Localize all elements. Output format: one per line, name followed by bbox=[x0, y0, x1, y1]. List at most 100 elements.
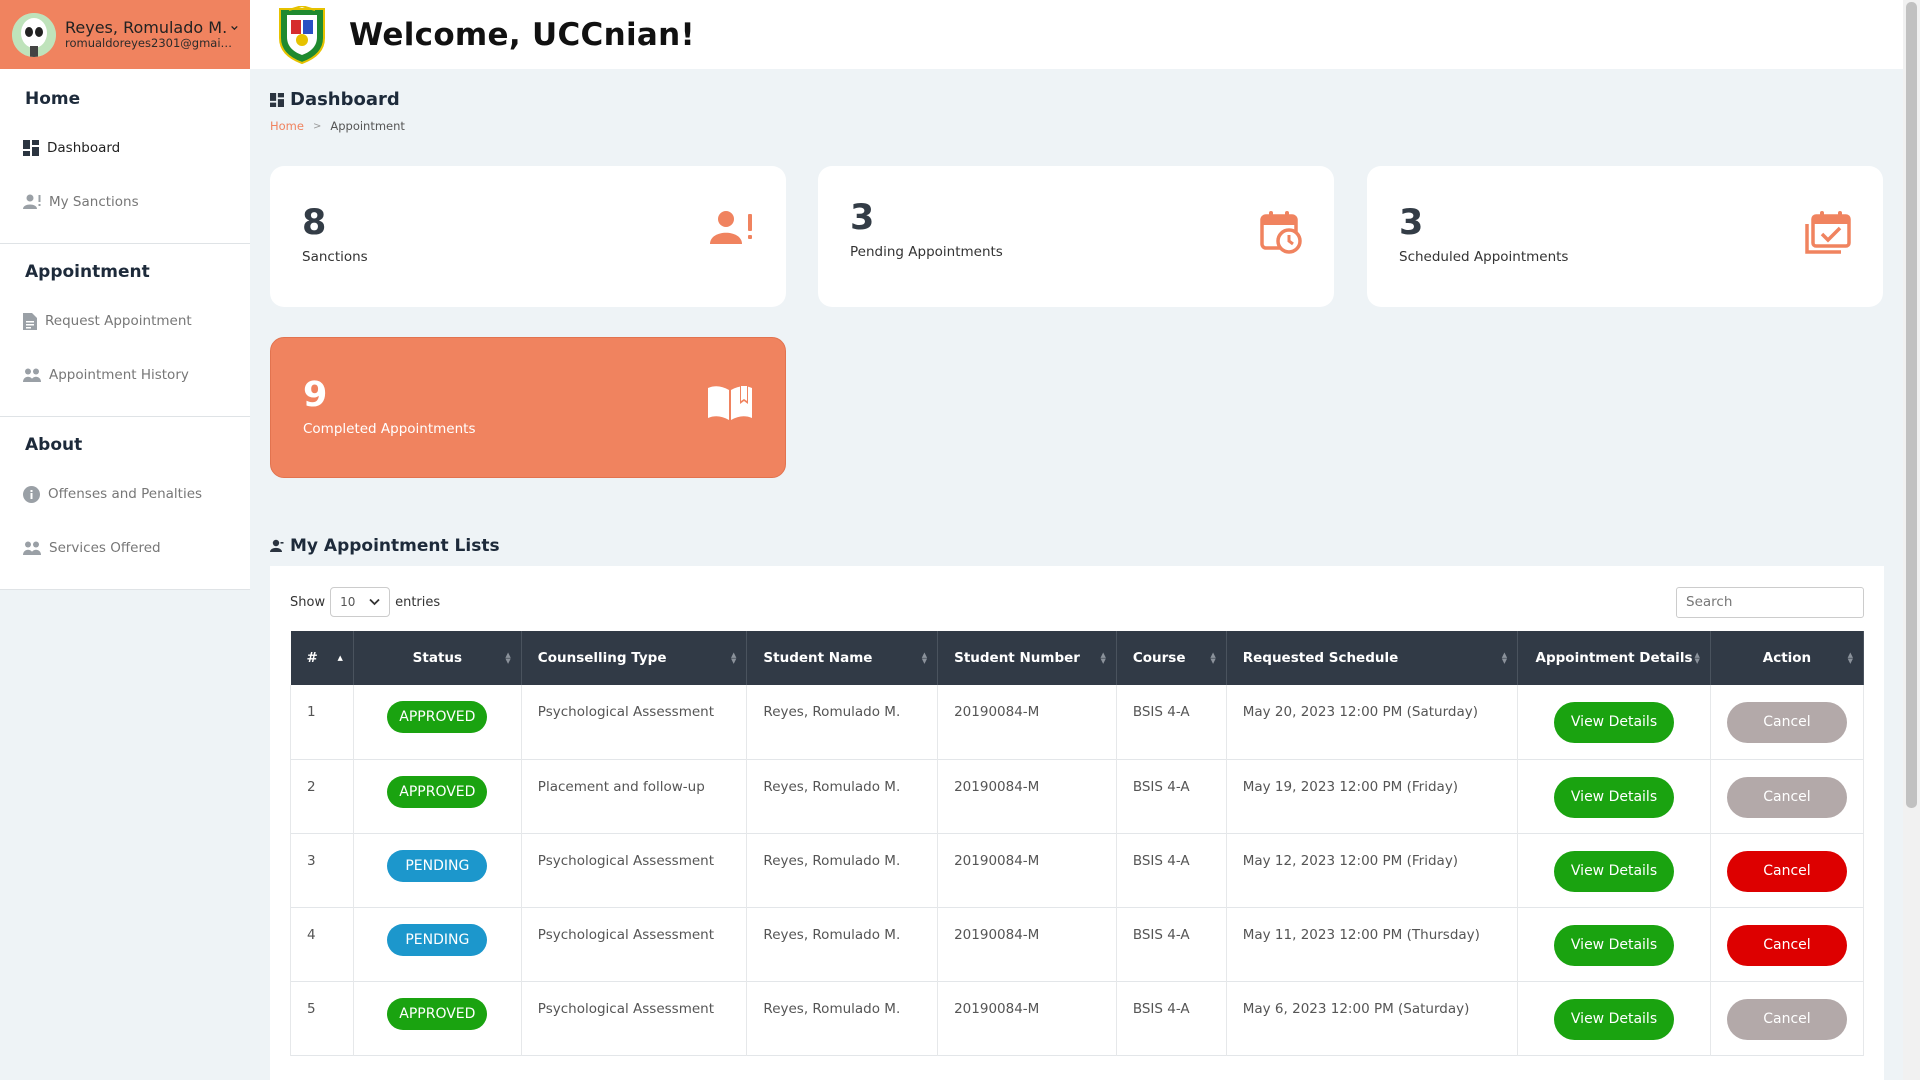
status-badge: APPROVED bbox=[387, 775, 488, 808]
table-row: 5 APPROVED Psychological Assessment Reye… bbox=[290, 981, 1865, 1055]
cell-requested-schedule: May 11, 2023 12:00 PM (Thursday) bbox=[1226, 907, 1519, 981]
user-alert-icon bbox=[710, 211, 752, 244]
sidebar-item-my-sanctions[interactable]: My Sanctions bbox=[0, 175, 250, 229]
sidebar-item-offenses-and-penalties[interactable]: Offenses and Penalties bbox=[0, 467, 250, 521]
calendar-clock-icon bbox=[1260, 211, 1302, 254]
column-header-appointment-details[interactable]: Appointment Details ▲ ▼ bbox=[1517, 631, 1711, 685]
cell-number: 4 bbox=[290, 907, 354, 981]
cancel-button[interactable]: Cancel bbox=[1726, 850, 1847, 892]
scrollbar-thumb[interactable] bbox=[1906, 2, 1917, 808]
avatar bbox=[12, 12, 56, 57]
cancel-button[interactable]: Cancel bbox=[1726, 702, 1847, 743]
entries-label: entries bbox=[395, 594, 441, 610]
column-header-number[interactable]: # ▲ bbox=[290, 631, 354, 685]
view-details-button[interactable]: View Details bbox=[1554, 998, 1675, 1040]
cell-student-name: Reyes, Romulado M. bbox=[746, 833, 939, 907]
topbar: Welcome, UCCnian! bbox=[250, 0, 1903, 69]
dashboard-icon bbox=[23, 140, 39, 156]
card-sanctions[interactable]: 8 Sanctions bbox=[270, 166, 786, 307]
column-header-course[interactable]: Course ▲ ▼ bbox=[1116, 631, 1227, 685]
sidebar-item-request-appointment[interactable]: Request Appointment bbox=[0, 294, 250, 348]
school-logo bbox=[279, 5, 325, 64]
sidebar-item-appointment-history[interactable]: Appointment History bbox=[0, 348, 250, 402]
cell-course: BSIS 4-A bbox=[1116, 759, 1227, 833]
user-icon bbox=[270, 539, 284, 552]
document-icon bbox=[23, 312, 37, 330]
page-title-text: Dashboard bbox=[290, 89, 400, 110]
cell-student-name: Reyes, Romulado M. bbox=[746, 981, 939, 1055]
sidebar-item-label: Offenses and Penalties bbox=[48, 486, 203, 502]
table-row: 1 APPROVED Psychological Assessment Reye… bbox=[290, 685, 1865, 759]
calendar-check-icon bbox=[1805, 211, 1851, 254]
stat-cards: 8 Sanctions 3 Pending Appointments 3 Sch… bbox=[270, 166, 1884, 506]
column-header-action[interactable]: Action ▲ ▼ bbox=[1710, 631, 1865, 685]
section-about: About Offenses and Penalties Services Of… bbox=[0, 417, 250, 590]
card-pending-appointments[interactable]: 3 Pending Appointments bbox=[818, 166, 1334, 307]
breadcrumb-home[interactable]: Home bbox=[270, 119, 304, 133]
cancel-button[interactable]: Cancel bbox=[1726, 924, 1847, 966]
user-name: Reyes, Romulado M. bbox=[65, 18, 238, 37]
sidebar-item-label: My Sanctions bbox=[49, 194, 139, 210]
column-header-requested-schedule[interactable]: Requested Schedule ▲ ▼ bbox=[1226, 631, 1519, 685]
column-header-student-number[interactable]: Student Number ▲ ▼ bbox=[937, 631, 1117, 685]
cell-number: 3 bbox=[290, 833, 354, 907]
breadcrumb: Home > Appointment bbox=[270, 119, 1884, 133]
chevron-down-icon[interactable] bbox=[231, 24, 238, 32]
card-scheduled-appointments[interactable]: 3 Scheduled Appointments bbox=[1367, 166, 1883, 307]
info-icon bbox=[23, 485, 40, 503]
side-menu: Home Dashboard My Sanctions Appointment … bbox=[0, 69, 250, 590]
cell-counselling-type: Psychological Assessment bbox=[521, 685, 748, 759]
card-label: Completed Appointments bbox=[303, 421, 476, 437]
sidebar-item-dashboard[interactable]: Dashboard bbox=[0, 121, 250, 175]
cell-requested-schedule: May 20, 2023 12:00 PM (Saturday) bbox=[1226, 685, 1519, 759]
entries-select[interactable]: 10 bbox=[330, 587, 391, 617]
open-book-icon bbox=[708, 386, 752, 420]
cell-student-number: 20190084-M bbox=[937, 907, 1117, 981]
section-heading-appointment: Appointment bbox=[25, 262, 150, 282]
cell-counselling-type: Placement and follow-up bbox=[521, 759, 748, 833]
column-header-student-name[interactable]: Student Name ▲ ▼ bbox=[746, 631, 939, 685]
cell-number: 1 bbox=[290, 685, 354, 759]
sort-icon: ▲ ▼ bbox=[1100, 651, 1106, 665]
status-badge: APPROVED bbox=[387, 701, 488, 733]
sidebar: Reyes, Romulado M. romualdoreyes2301@gma… bbox=[0, 0, 250, 1080]
user-alert-icon bbox=[23, 194, 41, 209]
table-row: 4 PENDING Psychological Assessment Reyes… bbox=[290, 907, 1865, 981]
sort-icon: ▲ ▼ bbox=[1501, 651, 1508, 665]
cell-student-number: 20190084-M bbox=[937, 685, 1117, 759]
status-badge: APPROVED bbox=[387, 997, 488, 1030]
breadcrumb-current: Appointment bbox=[330, 119, 405, 133]
cell-student-number: 20190084-M bbox=[937, 981, 1117, 1055]
cell-course: BSIS 4-A bbox=[1116, 907, 1227, 981]
cancel-button[interactable]: Cancel bbox=[1726, 998, 1847, 1040]
search-input[interactable]: Search bbox=[1676, 586, 1864, 618]
group-icon bbox=[23, 541, 41, 555]
cell-student-number: 20190084-M bbox=[937, 833, 1117, 907]
sidebar-item-services-offered[interactable]: Services Offered bbox=[0, 521, 250, 575]
sidebar-item-label: Request Appointment bbox=[45, 313, 192, 329]
column-header-status[interactable]: Status ▲ ▼ bbox=[353, 631, 522, 685]
page-scrollbar[interactable] bbox=[1903, 0, 1920, 1080]
column-header-counselling-type[interactable]: Counselling Type ▲ ▼ bbox=[521, 631, 748, 685]
cell-course: BSIS 4-A bbox=[1116, 685, 1227, 759]
welcome-title: Welcome, UCCnian! bbox=[349, 16, 695, 53]
sidebar-item-label: Services Offered bbox=[49, 540, 161, 556]
cancel-button[interactable]: Cancel bbox=[1726, 776, 1847, 818]
table-header-row: # ▲ Status ▲ ▼ Counselling Type ▲ ▼ Student N… bbox=[290, 631, 1865, 685]
view-details-button[interactable]: View Details bbox=[1554, 850, 1675, 892]
card-value: 8 bbox=[302, 203, 327, 243]
cell-counselling-type: Psychological Assessment bbox=[521, 833, 748, 907]
section-heading-about: About bbox=[25, 435, 83, 455]
sort-icon: ▲ ▼ bbox=[731, 651, 737, 665]
view-details-button[interactable]: View Details bbox=[1554, 702, 1675, 743]
status-badge: PENDING bbox=[387, 923, 488, 956]
sort-icon: ▲ ▼ bbox=[505, 651, 511, 665]
user-profile[interactable]: Reyes, Romulado M. romualdoreyes2301@gma… bbox=[0, 0, 250, 69]
view-details-button[interactable]: View Details bbox=[1554, 924, 1675, 966]
view-details-button[interactable]: View Details bbox=[1554, 776, 1675, 818]
section-home: Home Dashboard My Sanctions bbox=[0, 69, 250, 244]
entries-select-value: 10 bbox=[340, 595, 356, 609]
sort-icon: ▲ ▼ bbox=[1210, 651, 1216, 665]
card-completed-appointments[interactable]: 9 Completed Appointments bbox=[270, 337, 786, 478]
cell-requested-schedule: May 12, 2023 12:00 PM (Friday) bbox=[1226, 833, 1519, 907]
